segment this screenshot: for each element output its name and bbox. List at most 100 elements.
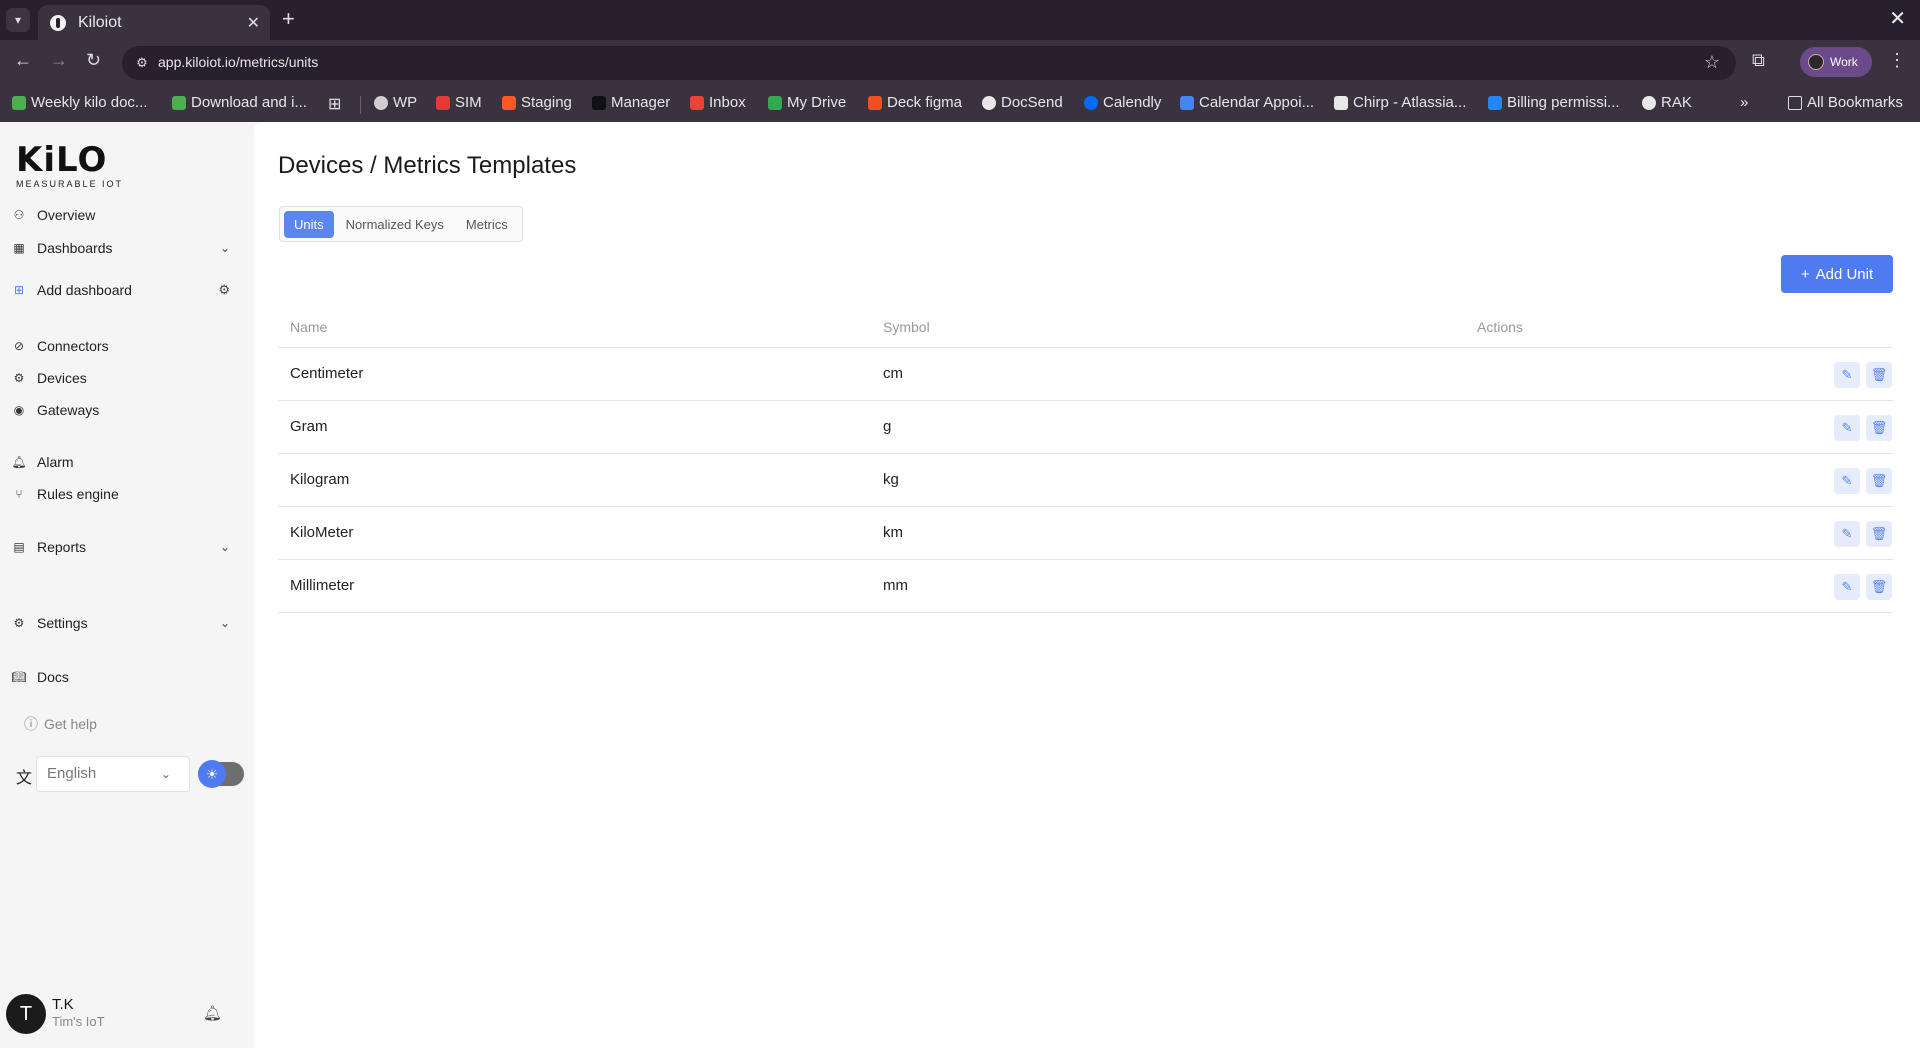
bookmark-star-icon[interactable]: ☆ <box>1704 52 1720 73</box>
apps-grid-icon[interactable]: ⊞ <box>328 94 341 114</box>
sidebar-item-gateways[interactable]: ◉ Gateways <box>12 397 240 423</box>
user-name: T.K <box>52 996 74 1013</box>
bookmark-item[interactable]: Staging <box>502 94 572 111</box>
tab-units[interactable]: Units <box>284 210 334 238</box>
language-select[interactable]: English ⌄ <box>36 756 190 792</box>
sidebar-item-docs[interactable]: 📖︎ Docs <box>11 664 240 690</box>
add-unit-button[interactable]: + Add Unit <box>1781 255 1893 293</box>
edit-icon[interactable]: ✎ <box>1834 521 1860 547</box>
bookmark-item[interactable]: Weekly kilo doc... <box>12 94 147 111</box>
bookmark-favicon-icon <box>982 95 996 110</box>
bookmark-item[interactable]: Deck figma <box>868 94 962 111</box>
back-icon[interactable]: ← <box>14 50 32 71</box>
all-bookmarks-label: All Bookmarks <box>1807 94 1903 111</box>
page-title: Devices / Metrics Templates <box>278 152 577 179</box>
trash-icon[interactable]: 🗑︎ <box>1866 574 1892 600</box>
more-bookmarks-icon[interactable]: » <box>1740 94 1748 111</box>
bookmark-item[interactable]: My Drive <box>768 94 846 111</box>
trash-icon[interactable]: 🗑︎ <box>1866 415 1892 441</box>
browser-toolbar: ← → ↻ ⚙ app.kiloiot.io/metrics/units ☆ ⧉… <box>0 40 1920 86</box>
table-row: KiloMeter km ✎ 🗑︎ <box>278 507 1893 560</box>
bookmark-label: Weekly kilo doc... <box>31 94 148 111</box>
sidebar-item-reports[interactable]: ▤ Reports ⌄ <box>12 534 240 560</box>
sidebar-item-label: Dashboards <box>37 240 113 256</box>
branch-icon: ⑂ <box>15 487 23 501</box>
kilo-logo[interactable]: KiLO MEASURABLE IOT <box>16 142 123 189</box>
language-value: English <box>47 765 97 782</box>
bookmark-item[interactable]: Calendly <box>1084 94 1161 111</box>
tab-metrics[interactable]: Metrics <box>456 211 518 238</box>
edit-icon[interactable]: ✎ <box>1834 415 1860 441</box>
all-bookmarks[interactable]: All Bookmarks <box>1788 94 1903 111</box>
reload-icon[interactable]: ↻ <box>86 50 101 71</box>
bookmark-item[interactable]: Download and i... <box>172 94 307 111</box>
book-icon: 📖︎ <box>11 670 27 684</box>
language-row: 文 English ⌄ ☀ <box>14 756 244 792</box>
column-header-symbol: Symbol <box>883 319 930 335</box>
address-bar[interactable]: ⚙ app.kiloiot.io/metrics/units ☆ <box>122 46 1736 80</box>
new-tab-icon[interactable]: + <box>282 6 295 32</box>
column-header-name: Name <box>290 319 328 335</box>
forward-icon[interactable]: → <box>50 50 68 71</box>
bookmark-item[interactable]: Calendar Appoi... <box>1180 94 1314 111</box>
gear-icon[interactable]: ⚙ <box>218 282 230 298</box>
logo-wordmark: KiLO <box>16 140 108 180</box>
get-help-link[interactable]: ⓘ Get help <box>24 714 97 734</box>
plus-square-icon: ⊞ <box>13 283 25 297</box>
theme-toggle[interactable]: ☀ <box>198 760 244 788</box>
bookmark-favicon-icon <box>1084 95 1098 110</box>
sidebar-item-rules-engine[interactable]: ⑂ Rules engine <box>12 481 240 507</box>
unit-name: Centimeter <box>290 365 364 382</box>
sidebar-item-add-dashboard[interactable]: ⊞ Add dashboard ⚙ <box>12 277 240 303</box>
tab-search-icon[interactable]: ▾ <box>6 8 30 32</box>
bookmark-favicon-icon <box>436 95 450 110</box>
unit-name: Kilogram <box>290 471 350 488</box>
tab-close-icon[interactable]: ✕ <box>247 13 260 33</box>
bookmark-item[interactable]: WP <box>374 94 417 111</box>
edit-icon[interactable]: ✎ <box>1834 468 1860 494</box>
translate-icon: 文 <box>16 770 33 787</box>
chevron-down-icon: ⌄ <box>219 241 230 255</box>
bookmark-item[interactable]: Billing permissi... <box>1488 94 1620 111</box>
trash-icon[interactable]: 🗑︎ <box>1866 362 1892 388</box>
sidebar-item-overview[interactable]: ⚇ Overview <box>12 202 240 228</box>
notification-bell-icon[interactable]: 🔔︎ <box>203 1004 222 1022</box>
sidebar-item-connectors[interactable]: ⊘ Connectors <box>12 333 240 359</box>
tab-normalized-keys[interactable]: Normalized Keys <box>336 211 454 238</box>
tab-title: Kiloiot <box>78 14 122 31</box>
sidebar-item-dashboards[interactable]: ▦ Dashboards ⌄ <box>12 235 240 261</box>
folder-icon <box>1788 95 1802 110</box>
browser-menu-icon[interactable]: ⋮ <box>1888 50 1906 71</box>
bookmark-divider <box>360 96 361 114</box>
bookmark-label: Calendar Appoi... <box>1199 94 1315 111</box>
url-text: app.kiloiot.io/metrics/units <box>158 54 319 70</box>
bookmark-item[interactable]: Manager <box>592 94 670 111</box>
table-row: Kilogram kg ✎ 🗑︎ <box>278 454 1893 507</box>
trash-icon[interactable]: 🗑︎ <box>1866 468 1892 494</box>
edit-icon[interactable]: ✎ <box>1834 362 1860 388</box>
user-profile[interactable]: T T.K Tim's IoT 🔔︎ <box>6 992 246 1038</box>
bookmark-item[interactable]: Chirp - Atlassia... <box>1334 94 1466 111</box>
sidebar-item-devices[interactable]: ⚙ Devices <box>12 365 240 391</box>
bookmark-item[interactable]: SIM <box>436 94 482 111</box>
bookmark-label: Billing permissi... <box>1507 94 1620 111</box>
avatar: T <box>6 994 46 1034</box>
bookmark-item[interactable]: Inbox <box>690 94 746 111</box>
extensions-icon[interactable]: ⧉ <box>1752 50 1765 71</box>
profile-label: Work <box>1830 55 1858 69</box>
bookmark-item[interactable]: RAK <box>1642 94 1692 111</box>
trash-icon[interactable]: 🗑︎ <box>1866 521 1892 547</box>
sidebar-item-settings[interactable]: ⚙ Settings ⌄ <box>12 610 240 636</box>
site-info-icon[interactable]: ⚙ <box>132 53 152 73</box>
report-icon: ▤ <box>13 540 25 554</box>
user-org: Tim's IoT <box>52 1014 105 1029</box>
sidebar-item-label: Overview <box>37 207 96 223</box>
bookmark-favicon-icon <box>374 95 388 110</box>
browser-tab[interactable]: Kiloiot ✕ <box>38 5 270 40</box>
bookmark-item[interactable]: DocSend <box>982 94 1063 111</box>
sidebar-item-label: Gateways <box>37 402 100 418</box>
window-close-icon[interactable]: ✕ <box>1889 6 1906 31</box>
sidebar-item-alarm[interactable]: 🔔︎ Alarm <box>11 449 240 475</box>
profile-button[interactable]: Work <box>1800 47 1872 77</box>
edit-icon[interactable]: ✎ <box>1834 574 1860 600</box>
